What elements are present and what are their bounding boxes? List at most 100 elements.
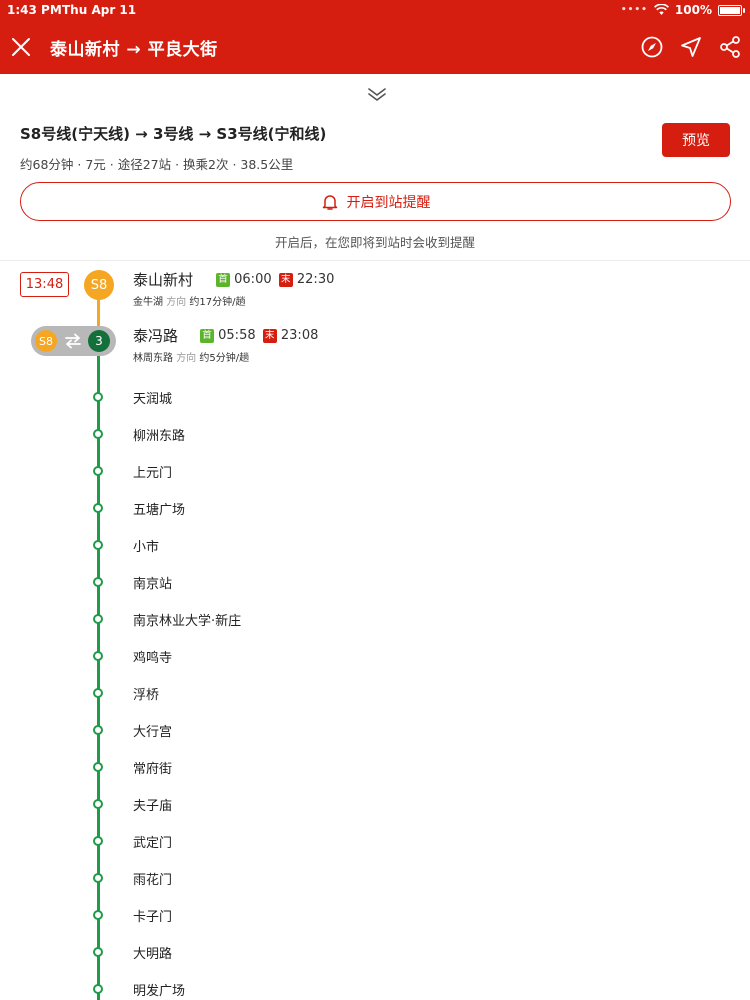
share-icon[interactable] (718, 35, 742, 59)
start-direction: 金牛湖 方向 约17分钟/趟 (133, 293, 245, 308)
header: 泰山新村 → 平良大街 (0, 22, 750, 74)
stop-name: 武定门 (133, 836, 173, 851)
departure-time: 13:48 (20, 272, 69, 297)
stop-dot (93, 873, 103, 883)
alert-hint: 开启后，在您即将到站时会收到提醒 (274, 235, 475, 250)
last-train-time: 22:30 (296, 272, 335, 287)
transfer-direction: 林周东路 方向 约5分钟/趟 (133, 349, 249, 364)
transfer-arrows-icon (65, 333, 81, 349)
frequency: 约17分钟/趟 (189, 297, 246, 308)
first-train-time: 06:00 (234, 272, 272, 287)
stop-name: 浮桥 (133, 688, 160, 703)
navigation-icon[interactable] (679, 35, 703, 59)
direction-station: 林周东路 (133, 353, 173, 364)
transfer-station-name: 泰冯路 (133, 327, 179, 345)
stop-dot (93, 614, 103, 624)
first-train-tag: 首 (200, 329, 214, 343)
list-item: 柳洲东路 (0, 424, 750, 444)
stop-name: 小市 (133, 540, 160, 555)
first-train-tag: 首 (216, 273, 230, 287)
list-item: 夫子庙 (0, 794, 750, 814)
chevron-double-down-icon[interactable] (366, 84, 388, 104)
divider (0, 260, 750, 261)
s8-line-badge: S8 (84, 270, 114, 300)
frequency: 约5分钟/趟 (199, 353, 250, 364)
list-item: 五塘广场 (0, 498, 750, 518)
stop-name: 南京林业大学·新庄 (133, 614, 242, 629)
stop-dot (93, 762, 103, 772)
top-bar: 1:43 PM Thu Apr 11 •••• 100% 泰山新村 → 平良大街 (0, 0, 750, 74)
compass-icon[interactable] (640, 35, 664, 59)
stop-name: 大行宫 (133, 725, 173, 740)
stop-dot (93, 984, 103, 994)
stop-dot (93, 947, 103, 957)
list-item: 常府街 (0, 757, 750, 777)
list-item: 小市 (0, 535, 750, 555)
bell-icon (322, 194, 337, 210)
transfer-from-badge: S8 (35, 330, 57, 352)
stop-dot (93, 688, 103, 698)
direction-label: 方向 (166, 297, 187, 308)
route-meta: 约68分钟 · 7元 · 途径27站 · 换乘2次 · 38.5公里 (20, 157, 294, 172)
list-item: 武定门 (0, 831, 750, 851)
stop-dot (93, 577, 103, 587)
page-title: 泰山新村 → 平良大街 (50, 40, 218, 60)
list-item: 上元门 (0, 461, 750, 481)
list-item: 鸡鸣寺 (0, 646, 750, 666)
list-item: 雨花门 (0, 868, 750, 888)
stop-name: 上元门 (133, 466, 173, 481)
stop-dot (93, 503, 103, 513)
stop-name: 天润城 (133, 392, 173, 407)
list-item: 卡子门 (0, 905, 750, 925)
last-train-tag: 末 (278, 273, 293, 287)
arrival-alert-button[interactable]: 开启到站提醒 (20, 182, 731, 221)
direction-station: 金牛湖 (133, 297, 163, 308)
status-bar: 1:43 PM Thu Apr 11 •••• 100% (0, 0, 750, 22)
line3-segment (97, 356, 100, 1000)
stop-dot (93, 725, 103, 735)
transfer-badge: S8 3 (31, 326, 116, 356)
stop-dot (93, 836, 103, 846)
last-train-time: 23:08 (280, 328, 319, 343)
stop-name: 明发广场 (133, 984, 186, 999)
stop-name: 鸡鸣寺 (133, 651, 173, 666)
start-service-hours: 首 06:00 末 22:30 (216, 272, 334, 287)
arrival-alert-label: 开启到站提醒 (346, 194, 431, 211)
stop-dot (93, 799, 103, 809)
status-date: Thu Apr 11 (62, 3, 137, 17)
stop-name: 卡子门 (133, 910, 173, 925)
stop-name: 雨花门 (133, 873, 173, 888)
stop-dot (93, 540, 103, 550)
stop-name: 五塘广场 (133, 503, 186, 518)
stop-dot (93, 392, 103, 402)
list-item: 大明路 (0, 942, 750, 962)
status-time: 1:43 PM (7, 3, 62, 17)
signal-icon: •••• (620, 5, 648, 15)
stop-name: 常府街 (133, 762, 173, 777)
list-item: 天润城 (0, 387, 750, 407)
list-item: 南京林业大学·新庄 (0, 609, 750, 629)
stop-name: 大明路 (133, 947, 173, 962)
transfer-service-hours: 首 05:58 末 23:08 (200, 328, 318, 343)
stop-dot (93, 910, 103, 920)
transfer-to-badge: 3 (88, 330, 110, 352)
stop-name: 柳洲东路 (133, 429, 186, 444)
stop-dot (93, 429, 103, 439)
stop-name: 夫子庙 (133, 799, 173, 814)
battery-icon (718, 4, 745, 16)
battery-percent: 100% (674, 3, 712, 17)
list-item: 浮桥 (0, 683, 750, 703)
status-right: •••• 100% (620, 3, 745, 17)
list-item: 南京站 (0, 572, 750, 592)
direction-label: 方向 (176, 353, 197, 364)
list-item: 大行宫 (0, 720, 750, 740)
wifi-icon (653, 4, 669, 15)
first-train-time: 05:58 (218, 328, 256, 343)
start-station-name: 泰山新村 (133, 271, 194, 289)
stop-dot (93, 466, 103, 476)
close-icon[interactable] (10, 36, 32, 58)
last-train-tag: 末 (262, 329, 277, 343)
stop-dot (93, 651, 103, 661)
stop-name: 南京站 (133, 577, 173, 592)
preview-button[interactable]: 预览 (662, 123, 730, 157)
